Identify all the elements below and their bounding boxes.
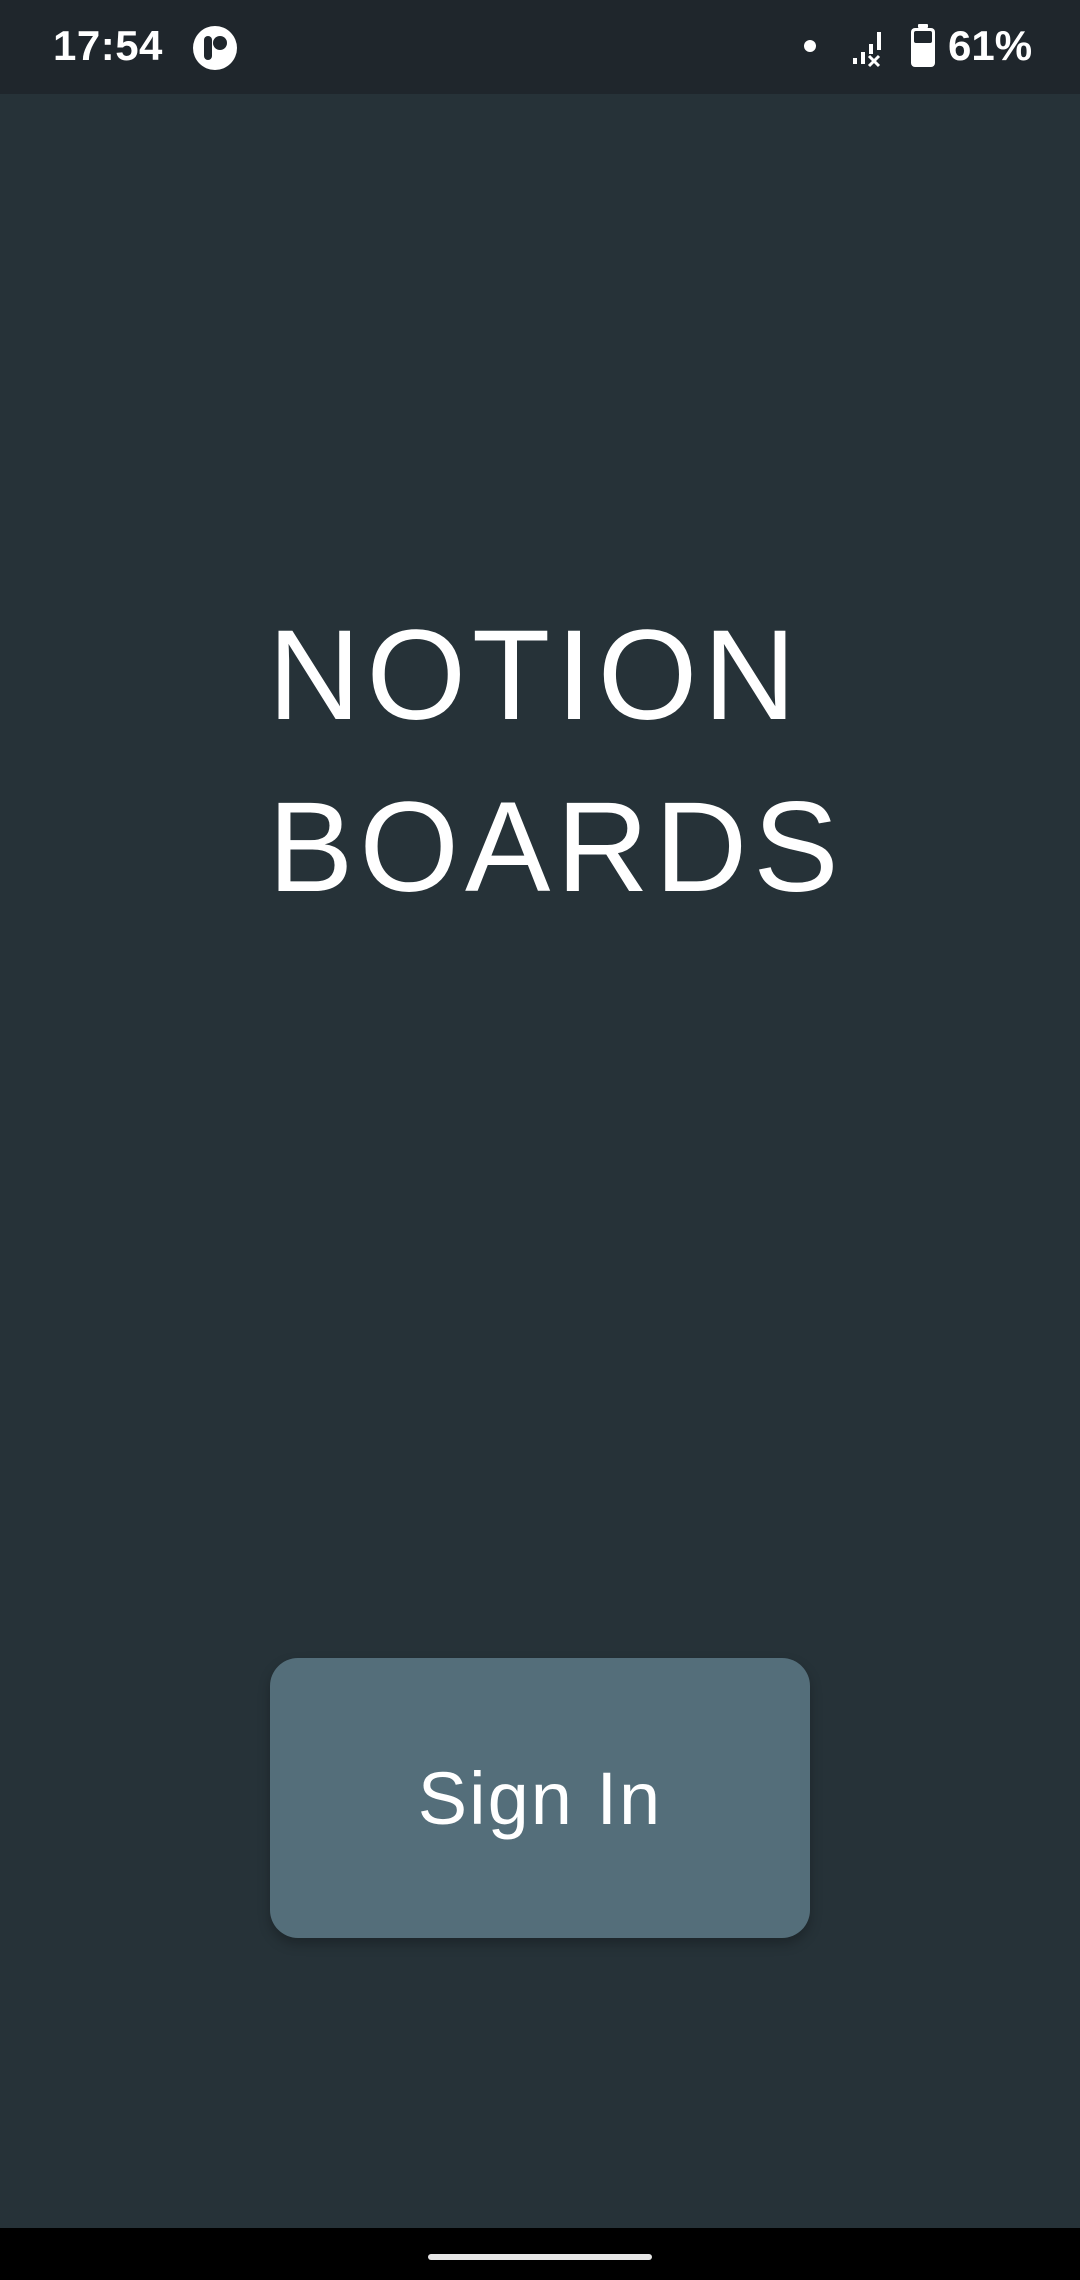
status-bar: 17:54 61% [0, 0, 1080, 94]
battery-icon [911, 24, 935, 67]
status-time: 17:54 [53, 22, 163, 69]
app-notification-icon [193, 26, 237, 70]
dot-icon [804, 40, 816, 52]
sign-in-label: Sign In [417, 1756, 663, 1840]
battery-percentage: 61% [948, 22, 1033, 69]
sign-in-button[interactable]: Sign In [270, 1658, 810, 1938]
app-title-line1: NOTION [268, 604, 802, 747]
home-indicator[interactable] [428, 2254, 652, 2260]
app-title-line2: BOARDS [268, 776, 845, 919]
signal-no-data-icon [853, 32, 881, 68]
